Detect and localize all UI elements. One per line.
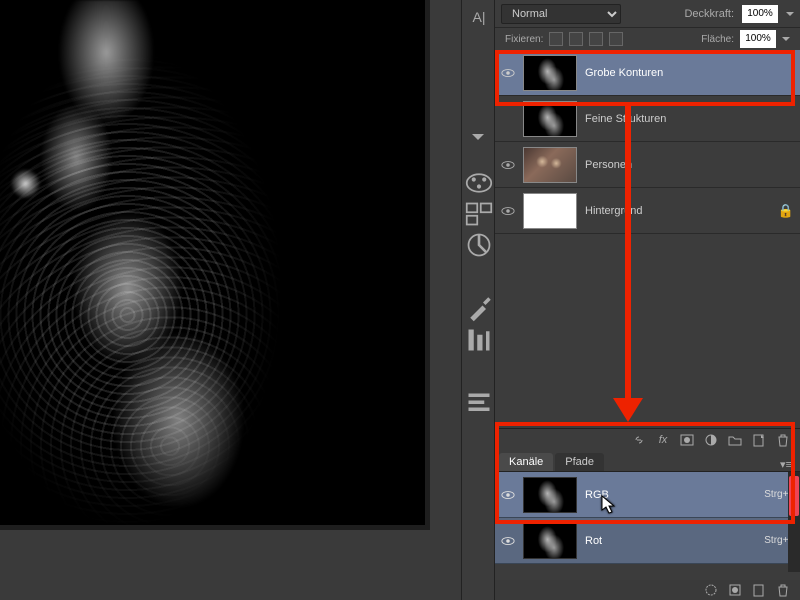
channel-thumbnail[interactable] bbox=[523, 523, 577, 559]
paragraph-icon[interactable] bbox=[465, 390, 493, 418]
styles-icon[interactable] bbox=[465, 200, 493, 228]
brush-presets-icon[interactable] bbox=[465, 295, 493, 323]
visibility-toggle[interactable] bbox=[501, 534, 515, 548]
channel-name: RGB bbox=[585, 489, 756, 501]
opacity-dropdown-icon[interactable] bbox=[786, 12, 794, 16]
adjustments-icon[interactable] bbox=[465, 231, 493, 259]
layer-name[interactable]: Feine Strukturen bbox=[585, 113, 794, 125]
layers-panel-footer: fx bbox=[495, 428, 800, 450]
new-layer-icon[interactable] bbox=[752, 433, 766, 447]
group-icon[interactable] bbox=[728, 433, 742, 447]
layer-thumbnail[interactable] bbox=[523, 193, 577, 229]
visibility-toggle[interactable] bbox=[501, 158, 515, 172]
trash-icon[interactable] bbox=[776, 433, 790, 447]
fill-dropdown-icon[interactable] bbox=[782, 37, 790, 41]
layer-name[interactable]: Personen bbox=[585, 159, 794, 171]
fx-icon[interactable]: fx bbox=[656, 433, 670, 447]
document-canvas[interactable] bbox=[0, 0, 425, 525]
layer-row[interactable]: Hintergrund 🔒 bbox=[495, 188, 800, 234]
channel-name: Rot bbox=[585, 535, 756, 547]
new-channel-icon[interactable] bbox=[752, 583, 766, 597]
channels-panel-footer bbox=[495, 580, 800, 600]
right-dock: A| Normal Deckkraft: 100% bbox=[461, 0, 800, 600]
fill-value[interactable]: 100% bbox=[740, 30, 776, 48]
tab-channels[interactable]: Kanäle bbox=[499, 453, 553, 471]
lock-label: Fixieren: bbox=[505, 34, 543, 45]
lock-row: Fixieren: Fläche: 100% bbox=[495, 28, 800, 50]
channels-tabs: Kanäle Pfade ▾≡ bbox=[495, 450, 800, 472]
visibility-toggle[interactable] bbox=[501, 66, 515, 80]
sketch-artwork bbox=[0, 0, 425, 525]
opacity-value[interactable]: 100% bbox=[742, 5, 778, 23]
blend-mode-select[interactable]: Normal bbox=[501, 4, 621, 24]
lock-pixels-icon[interactable] bbox=[569, 32, 583, 46]
play-icon[interactable] bbox=[472, 134, 484, 140]
document-canvas-area bbox=[0, 0, 430, 530]
save-selection-icon[interactable] bbox=[728, 583, 742, 597]
layer-blend-row: Normal Deckkraft: 100% bbox=[495, 0, 800, 28]
visibility-toggle[interactable] bbox=[501, 112, 515, 126]
opacity-label: Deckkraft: bbox=[684, 8, 734, 20]
character-panel-icon[interactable]: A| bbox=[465, 3, 493, 31]
visibility-toggle[interactable] bbox=[501, 204, 515, 218]
channel-row[interactable]: Rot Strg+3 bbox=[495, 518, 800, 564]
mask-icon[interactable] bbox=[680, 433, 694, 447]
load-selection-icon[interactable] bbox=[704, 583, 718, 597]
scrollbar[interactable] bbox=[788, 472, 800, 572]
layer-name[interactable]: Grobe Konturen bbox=[585, 67, 794, 79]
layer-name[interactable]: Hintergrund bbox=[585, 205, 770, 217]
tab-paths[interactable]: Pfade bbox=[555, 453, 604, 471]
channel-thumbnail[interactable] bbox=[523, 477, 577, 513]
layer-thumbnail[interactable] bbox=[523, 101, 577, 137]
panel-menu-icon[interactable]: ▾≡ bbox=[776, 458, 796, 471]
channels-panel: Kanäle Pfade ▾≡ RGB Strg+2 Rot Strg+3 bbox=[495, 450, 800, 600]
lock-position-icon[interactable] bbox=[589, 32, 603, 46]
lock-transparency-icon[interactable] bbox=[549, 32, 563, 46]
layer-thumbnail[interactable] bbox=[523, 147, 577, 183]
layers-list: Grobe Konturen Feine Strukturen Personen… bbox=[495, 50, 800, 234]
collapsed-panel-strip: A| bbox=[461, 0, 495, 600]
visibility-toggle[interactable] bbox=[501, 488, 515, 502]
channel-row[interactable]: RGB Strg+2 bbox=[495, 472, 800, 518]
trash-icon[interactable] bbox=[776, 583, 790, 597]
layer-row[interactable]: Feine Strukturen bbox=[495, 96, 800, 142]
brush-settings-icon[interactable] bbox=[465, 326, 493, 354]
layer-thumbnail[interactable] bbox=[523, 55, 577, 91]
lock-all-icon[interactable] bbox=[609, 32, 623, 46]
adjustment-layer-icon[interactable] bbox=[704, 433, 718, 447]
lock-icon: 🔒 bbox=[778, 203, 794, 219]
layer-row[interactable]: Personen bbox=[495, 142, 800, 188]
swatches-icon[interactable] bbox=[465, 169, 493, 197]
fill-label: Fläche: bbox=[701, 34, 734, 45]
scrollbar-thumb[interactable] bbox=[789, 476, 799, 516]
link-layers-icon[interactable] bbox=[632, 433, 646, 447]
layer-row[interactable]: Grobe Konturen bbox=[495, 50, 800, 96]
